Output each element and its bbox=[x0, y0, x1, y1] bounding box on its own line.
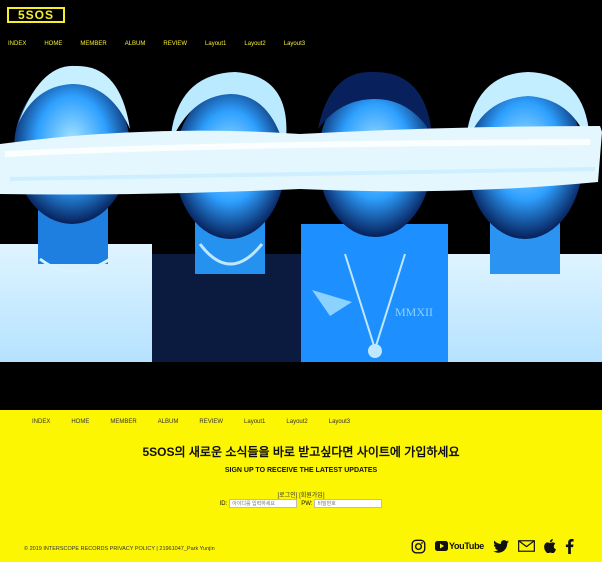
pw-label: PW: bbox=[301, 500, 313, 507]
logo[interactable]: 5SOS bbox=[7, 7, 65, 23]
svg-text:MMXII: MMXII bbox=[395, 305, 433, 319]
hero-bottom-bar bbox=[0, 362, 602, 410]
member-4 bbox=[448, 54, 602, 362]
footer-nav-member[interactable]: MEMBER bbox=[110, 419, 136, 425]
signup-footer: INDEX HOME MEMBER ALBUM REVIEW Layout1 L… bbox=[0, 410, 602, 562]
signup-headline: 5SOS의 새로운 소식들을 바로 받고싶다면 사이트에 가입하세요 bbox=[142, 445, 460, 459]
top-nav: INDEX HOME MEMBER ALBUM REVIEW Layout1 L… bbox=[8, 41, 323, 47]
footer-nav-layout2[interactable]: Layout2 bbox=[286, 419, 307, 425]
footer-nav-review[interactable]: REVIEW bbox=[199, 419, 223, 425]
nav-album[interactable]: ALBUM bbox=[125, 41, 146, 47]
mail-icon[interactable] bbox=[518, 538, 535, 554]
nav-index[interactable]: INDEX bbox=[8, 41, 26, 47]
nav-home[interactable]: HOME bbox=[44, 41, 62, 47]
auth-links: [로그인] [회원가입] bbox=[0, 490, 602, 499]
footer-nav: INDEX HOME MEMBER ALBUM REVIEW Layout1 L… bbox=[32, 419, 371, 425]
youtube-icon[interactable]: YouTube bbox=[434, 538, 484, 554]
band-photo: MMXII bbox=[0, 54, 602, 362]
footer-nav-album[interactable]: ALBUM bbox=[158, 419, 179, 425]
nav-layout2[interactable]: Layout2 bbox=[244, 41, 265, 47]
apple-icon[interactable] bbox=[544, 538, 556, 554]
hero-image: MMXII bbox=[0, 54, 602, 362]
footer-nav-layout3[interactable]: Layout3 bbox=[329, 419, 350, 425]
brush-stroke bbox=[0, 126, 602, 195]
nav-layout3[interactable]: Layout3 bbox=[284, 41, 305, 47]
member-2 bbox=[152, 54, 301, 362]
pw-input[interactable] bbox=[314, 499, 383, 508]
id-label: ID: bbox=[219, 500, 228, 507]
signup-subline: SIGN UP TO RECEIVE THE LATEST UPDATES bbox=[224, 467, 378, 474]
footer-nav-home[interactable]: HOME bbox=[71, 419, 89, 425]
social-links: YouTube bbox=[411, 538, 574, 554]
header: 5SOS INDEX HOME MEMBER ALBUM REVIEW Layo… bbox=[0, 0, 602, 60]
copyright: © 2019 INTERSCOPE RECORDS PRIVACY POLICY… bbox=[24, 546, 215, 552]
footer-nav-index[interactable]: INDEX bbox=[32, 419, 50, 425]
nav-member[interactable]: MEMBER bbox=[80, 41, 106, 47]
instagram-icon[interactable] bbox=[411, 538, 426, 554]
login-form: ID: PW: bbox=[0, 499, 602, 508]
facebook-icon[interactable] bbox=[565, 538, 574, 554]
nav-review[interactable]: REVIEW bbox=[163, 41, 187, 47]
member-1 bbox=[0, 54, 152, 362]
youtube-wordmark: YouTube bbox=[448, 541, 484, 551]
footer-nav-layout1[interactable]: Layout1 bbox=[244, 419, 265, 425]
member-3: MMXII bbox=[301, 54, 448, 362]
nav-layout1[interactable]: Layout1 bbox=[205, 41, 226, 47]
twitter-icon[interactable] bbox=[493, 538, 509, 554]
id-input[interactable] bbox=[229, 499, 298, 508]
